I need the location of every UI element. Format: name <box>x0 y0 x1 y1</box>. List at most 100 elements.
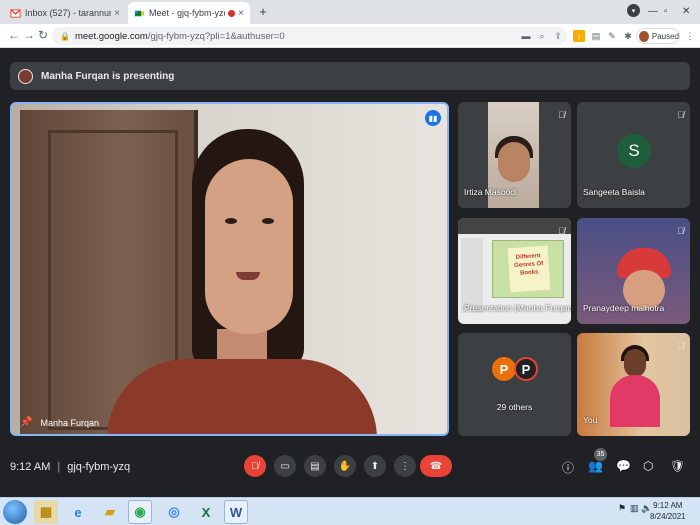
url-bar[interactable]: 🔒 meet.google.com/gjq-fybm-yzq?pli=1&aut… <box>52 27 567 45</box>
captions-button[interactable]: ▤ <box>304 455 326 477</box>
participant-name: Pranaydeep malhotra <box>583 303 665 313</box>
mic-off-icon: 🎙̸ <box>251 460 259 472</box>
windows-taskbar: ▦ e ▰ ▶ ◉ ◎ X W ⚑ ▥ 🔈 9:12 AM 8/24/2021 <box>0 497 700 525</box>
camera-in-use-icon[interactable]: ▬ <box>520 30 532 42</box>
presentation-tile[interactable]: Different Genres Of Books 🎙̸ Presentatio… <box>458 218 571 324</box>
profile-avatar <box>639 30 649 42</box>
start-button[interactable] <box>3 500 27 524</box>
extension-notes-icon[interactable]: ▤ <box>590 30 602 42</box>
presenter-avatar <box>18 68 33 84</box>
close-tab-icon[interactable]: × <box>114 8 120 19</box>
people-icon[interactable]: 👥 <box>588 459 603 473</box>
recording-indicator-icon <box>228 9 236 17</box>
raise-hand-button[interactable]: ✋ <box>334 455 356 477</box>
excel-icon[interactable]: X <box>194 500 218 524</box>
meeting-code: gjq-fybm-yzq <box>67 461 131 473</box>
clock-date: 8/24/2021 <box>650 512 686 521</box>
browser-tab-strip: Inbox (527) - tarannum@theindi × Meet - … <box>0 0 700 24</box>
others-tile[interactable]: P P 29 others <box>458 333 571 436</box>
tab-gmail-inbox[interactable]: Inbox (527) - tarannum@theindi × <box>4 2 126 24</box>
captions-icon: ▤ <box>310 460 320 472</box>
share-icon[interactable]: ⇪ <box>552 30 564 42</box>
close-window-icon[interactable]: ✕ <box>682 0 690 22</box>
participant-name: Presentation (Manha Furqan) <box>464 303 571 313</box>
more-vert-icon: ⋮ <box>400 460 410 472</box>
tray-flag-icon[interactable]: ⚑ <box>618 503 626 514</box>
tray-network-icon[interactable]: ▥ <box>630 503 639 514</box>
camera-toggle-button[interactable]: ▭ <box>274 455 296 477</box>
participant-name: Sangeeta Baisla <box>583 187 645 197</box>
chat-icon[interactable]: 💬 <box>616 459 631 473</box>
main-video-tile[interactable]: ▮▮ 📌 Manha Furqan <box>10 102 449 436</box>
tab-meet[interactable]: Meet - gjq-fybm-yzq × <box>128 2 250 24</box>
participant-tile-irtiza[interactable]: 🎙̸ Irtiza Masoodi <box>458 102 571 208</box>
chrome-icon[interactable]: ◉ <box>128 500 152 524</box>
presenting-banner: Manha Furqan is presenting <box>10 62 690 90</box>
host-controls-icon[interactable]: 🛡 <box>670 459 685 473</box>
profile-status-label: Paused <box>651 31 679 41</box>
end-call-icon: ☎ <box>429 460 443 472</box>
close-tab-icon[interactable]: × <box>238 8 244 19</box>
video-person-body <box>107 359 377 434</box>
participant-avatar: S <box>617 134 651 168</box>
self-view-tile[interactable]: 🎙̸ You <box>577 333 690 436</box>
video-eye <box>225 218 237 224</box>
address-toolbar: ← → ↻ 🔒 meet.google.com/gjq-fybm-yzq?pli… <box>0 24 700 48</box>
windows-explorer-icon[interactable]: ▦ <box>34 500 58 524</box>
gmail-icon <box>10 8 21 18</box>
zoom-icon[interactable]: ⌕ <box>536 30 548 42</box>
more-options-button[interactable]: ⋮ <box>394 455 416 477</box>
chrome-alt-icon[interactable]: ◎ <box>162 500 186 524</box>
camera-icon: ▭ <box>280 460 290 472</box>
word-icon[interactable]: W <box>224 500 248 524</box>
present-button[interactable]: ⬆ <box>364 455 386 477</box>
url-host: meet.google.com <box>74 30 148 42</box>
forward-icon[interactable]: → <box>23 28 35 42</box>
mic-toggle-button[interactable]: 🎙̸ <box>244 455 266 477</box>
internet-explorer-icon[interactable]: e <box>66 500 90 524</box>
pin-icon[interactable]: 📌 <box>20 417 32 428</box>
leave-call-button[interactable]: ☎ <box>420 455 452 477</box>
lock-icon: 🔒 <box>60 31 70 41</box>
url-path: /gjq-fybm-yzq?pli=1&authuser=0 <box>147 30 285 42</box>
slide-preview: Different Genres Of Books <box>492 240 564 298</box>
extension-pen-icon[interactable]: ✎ <box>606 30 618 42</box>
participant-tile-sangeeta[interactable]: 🎙̸ S Sangeeta Baisla <box>577 102 690 208</box>
meeting-info: 9:12 AM | gjq-fybm-yzq <box>10 461 130 473</box>
participant-tile-pranaydeep[interactable]: 🎙̸ Pranaydeep malhotra <box>577 218 690 324</box>
self-name: You <box>583 415 598 425</box>
speaking-indicator-icon: ▮▮ <box>425 110 441 126</box>
tab-title: Meet - gjq-fybm-yzq <box>149 8 226 18</box>
profile-paused-button[interactable]: Paused <box>636 28 680 44</box>
video-person-face <box>205 159 293 334</box>
minimize-icon[interactable]: — <box>648 0 658 22</box>
activities-icon[interactable]: ⬡ <box>643 459 653 473</box>
extensions-puzzle-icon[interactable]: ✱ <box>622 30 634 42</box>
others-count: 29 others <box>496 402 533 412</box>
new-tab-button[interactable]: + <box>255 3 271 19</box>
meeting-time: 9:12 AM <box>10 461 51 473</box>
tab-title: Inbox (527) - tarannum@theindi <box>25 8 111 18</box>
maximize-icon[interactable]: ▫ <box>664 0 668 22</box>
menu-kebab-icon[interactable]: ⋮ <box>684 30 696 42</box>
video-eye <box>262 218 274 224</box>
back-icon[interactable]: ← <box>8 28 20 42</box>
file-explorer-icon[interactable]: ▰ <box>98 500 122 524</box>
meeting-details-icon[interactable]: ⓘ <box>562 459 574 476</box>
mic-off-icon: 🎙̸ <box>677 226 684 236</box>
tab-search-icon[interactable]: ▾ <box>627 4 640 17</box>
hand-icon: ✋ <box>338 460 352 472</box>
other-avatar: P <box>492 357 516 381</box>
slide-title: Different Genres Of Books <box>507 245 551 293</box>
extension-download-icon[interactable]: ↓ <box>573 30 585 42</box>
main-tile-label: Manha Furqan <box>40 417 99 428</box>
present-screen-icon: ⬆ <box>370 460 380 472</box>
mic-off-icon: 🎙̸ <box>677 110 684 120</box>
google-meet-icon <box>134 10 145 16</box>
taskbar-clock[interactable]: 9:12 AM 8/24/2021 <box>650 500 686 522</box>
reload-icon[interactable]: ↻ <box>38 28 48 42</box>
mic-off-icon: 🎙̸ <box>558 110 565 120</box>
meeting-info-separator: | <box>57 461 61 473</box>
clock-time: 9:12 AM <box>653 501 683 510</box>
other-avatar: P <box>514 357 538 381</box>
